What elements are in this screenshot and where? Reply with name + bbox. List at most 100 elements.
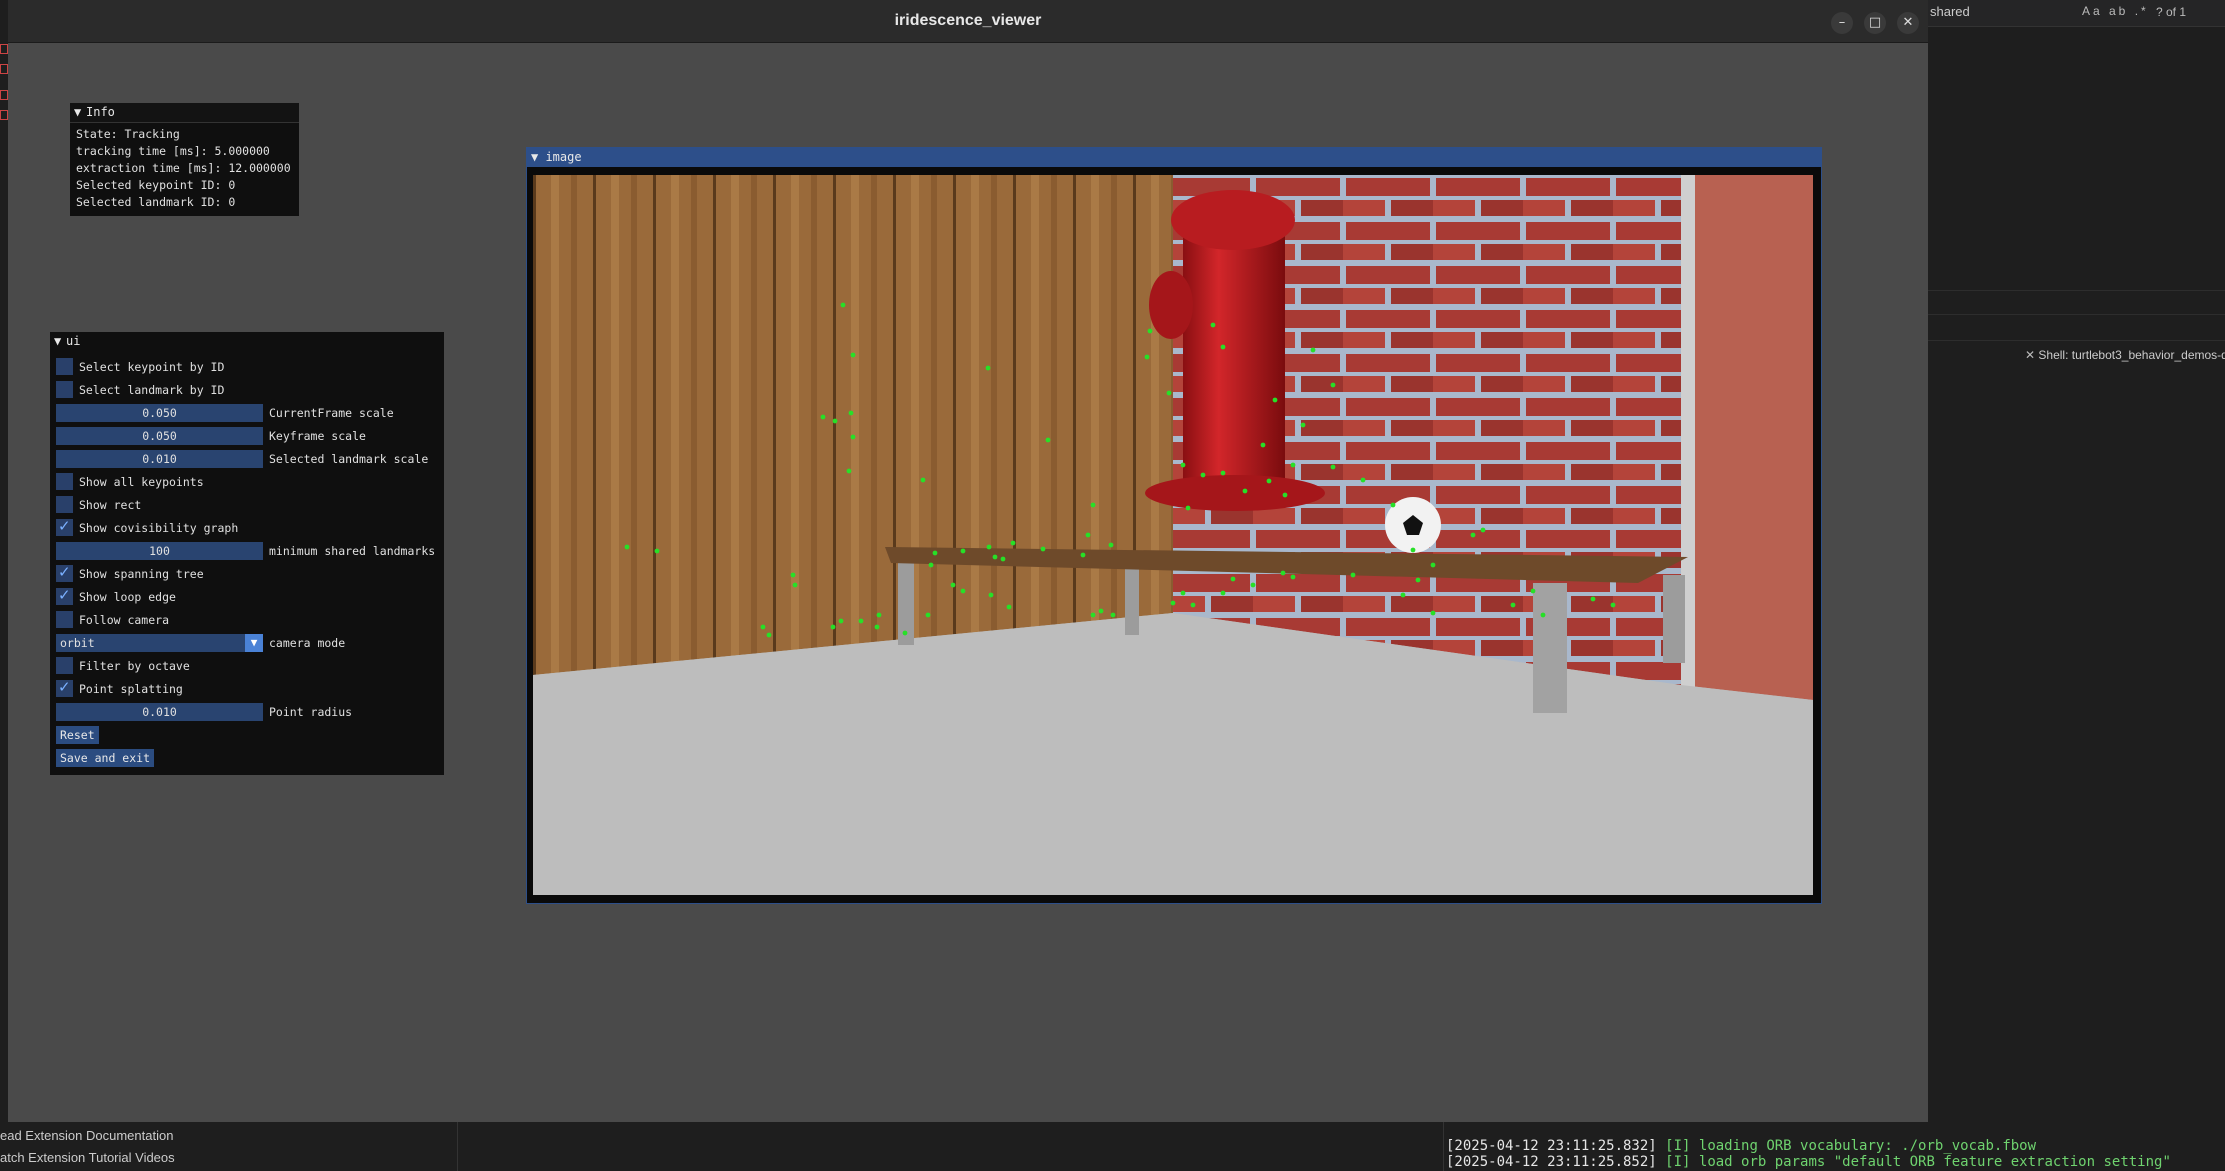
- reset-button[interactable]: Reset: [56, 726, 99, 744]
- checkbox-label[interactable]: Filter by octave: [79, 659, 190, 673]
- collapse-arrow-icon[interactable]: ▼: [74, 103, 86, 122]
- table-leg: [1125, 567, 1139, 635]
- checkbox-label[interactable]: Show covisibility graph: [79, 521, 238, 535]
- collapse-arrow-icon[interactable]: ▼: [54, 332, 66, 351]
- find-widget[interactable]: shared Aa ab .* ? of 1: [1928, 0, 2225, 27]
- ui-panel-header[interactable]: ▼ ui: [50, 332, 444, 351]
- field-label: minimum shared landmarks: [269, 544, 436, 558]
- keypoint-marker: [1185, 505, 1191, 511]
- show-loop-edge-checkbox[interactable]: [56, 586, 73, 605]
- terminal-log-line: [2025-04-12 23:11:25.852] [I] load orb p…: [1446, 1154, 2171, 1170]
- selected-landmark-scale-input[interactable]: 0.010: [56, 450, 263, 468]
- keypoint-marker: [1147, 328, 1153, 334]
- info-panel-title: Info: [86, 105, 115, 119]
- keypoint-marker: [858, 618, 864, 624]
- checkbox-label[interactable]: Select keypoint by ID: [79, 360, 224, 374]
- fire-hydrant-base: [1145, 475, 1325, 511]
- keypoint-marker: [1530, 588, 1536, 594]
- keypoint-marker: [992, 554, 998, 560]
- show-rect-checkbox[interactable]: [56, 496, 73, 513]
- find-input[interactable]: shared: [1930, 4, 1970, 19]
- close-button[interactable]: ✕: [1897, 12, 1919, 34]
- keypoint-marker: [760, 624, 766, 630]
- keypoint-marker: [1220, 470, 1226, 476]
- keypoint-marker: [1090, 502, 1096, 508]
- keypoint-marker: [1230, 576, 1236, 582]
- point-splatting-checkbox[interactable]: [56, 678, 73, 697]
- keyframe-scale-input[interactable]: 0.050: [56, 427, 263, 445]
- keypoint-marker: [902, 630, 908, 636]
- keypoint-marker: [1610, 602, 1616, 608]
- checkbox-label[interactable]: Select landmark by ID: [79, 383, 224, 397]
- info-panel-header[interactable]: ▼ Info: [70, 103, 299, 123]
- keypoint-marker: [850, 352, 856, 358]
- info-panel: ▼ Info State: Tracking tracking time [ms]…: [70, 103, 299, 216]
- save-and-exit-button[interactable]: Save and exit: [56, 749, 155, 767]
- terminal-tab[interactable]: ✕ Shell: turtlebot3_behavior_demos-de: [2025, 348, 2225, 362]
- keypoint-marker: [654, 548, 660, 554]
- select-keypoint-by-id-checkbox[interactable]: [56, 358, 73, 375]
- image-window-header[interactable]: ▼ image: [527, 148, 1821, 167]
- find-match-count: ? of 1: [2156, 5, 2187, 19]
- maximize-button[interactable]: □: [1864, 12, 1886, 34]
- keypoint-marker: [1010, 540, 1016, 546]
- blurred-brick-wall: [1681, 175, 1813, 700]
- keypoint-marker: [766, 632, 772, 638]
- keypoint-marker: [1170, 600, 1176, 606]
- keypoint-marker: [985, 365, 991, 371]
- keypoint-marker: [1290, 462, 1296, 468]
- keypoint-marker: [1080, 552, 1086, 558]
- keypoint-marker: [792, 582, 798, 588]
- find-option-toggles[interactable]: Aa ab .*: [2082, 4, 2149, 18]
- checkbox-label[interactable]: Point splatting: [79, 682, 183, 696]
- collapse-arrow-icon[interactable]: ▼: [527, 150, 545, 164]
- keypoint-marker: [1330, 464, 1336, 470]
- keypoint-marker: [1290, 574, 1296, 580]
- ide-divider: [1928, 290, 2225, 291]
- wooden-fence-wall: [533, 175, 1173, 675]
- minimum-shared-landmarks-input[interactable]: 100: [56, 542, 263, 560]
- keypoint-marker: [1430, 562, 1436, 568]
- keypoint-marker: [1310, 347, 1316, 353]
- minimize-button[interactable]: –: [1831, 12, 1853, 34]
- checkbox-label[interactable]: Show loop edge: [79, 590, 176, 604]
- keypoint-marker: [1180, 462, 1186, 468]
- checkbox-label[interactable]: Show spanning tree: [79, 567, 204, 581]
- camera-mode-select[interactable]: orbit ▼: [56, 634, 263, 652]
- state-readout: State: Tracking: [76, 127, 180, 141]
- keypoint-marker: [1470, 532, 1476, 538]
- extension-docs-link[interactable]: ead Extension Documentation: [0, 1128, 173, 1143]
- window-titlebar[interactable]: iridescence_viewer – □ ✕: [8, 0, 1928, 43]
- point-radius-input[interactable]: 0.010: [56, 703, 263, 721]
- keypoint-marker: [1260, 442, 1266, 448]
- follow-camera-checkbox[interactable]: [56, 611, 73, 628]
- select-value: orbit: [60, 636, 95, 650]
- keypoint-marker: [1330, 382, 1336, 388]
- checkbox-label[interactable]: Show rect: [79, 498, 141, 512]
- keypoint-marker: [1085, 532, 1091, 538]
- field-label: CurrentFrame scale: [269, 406, 394, 420]
- show-covisibility-graph-checkbox[interactable]: [56, 517, 73, 536]
- keypoint-marker: [1430, 610, 1436, 616]
- filter-by-octave-checkbox[interactable]: [56, 657, 73, 674]
- keypoint-marker: [1000, 556, 1006, 562]
- checkbox-label[interactable]: Show all keypoints: [79, 475, 204, 489]
- table-leg: [1533, 583, 1567, 713]
- currentframe-scale-input[interactable]: 0.050: [56, 404, 263, 422]
- checkbox-label[interactable]: Follow camera: [79, 613, 169, 627]
- image-window-title: image: [545, 150, 582, 164]
- select-landmark-by-id-checkbox[interactable]: [56, 381, 73, 398]
- keypoint-marker: [624, 544, 630, 550]
- keypoint-marker: [790, 572, 796, 578]
- chevron-down-icon[interactable]: ▼: [245, 634, 263, 652]
- keypoint-marker: [1110, 612, 1116, 618]
- keypoint-marker: [1400, 592, 1406, 598]
- show-spanning-tree-checkbox[interactable]: [56, 563, 73, 582]
- keypoint-marker: [1220, 590, 1226, 596]
- show-all-keypoints-checkbox[interactable]: [56, 473, 73, 490]
- keypoint-marker: [1200, 472, 1206, 478]
- terminal-tool-icon: ✕: [2025, 348, 2039, 362]
- log-level: [I]: [1665, 1138, 1691, 1154]
- extension-videos-link[interactable]: atch Extension Tutorial Videos: [0, 1150, 175, 1165]
- ide-editor-background: [1928, 0, 2225, 1171]
